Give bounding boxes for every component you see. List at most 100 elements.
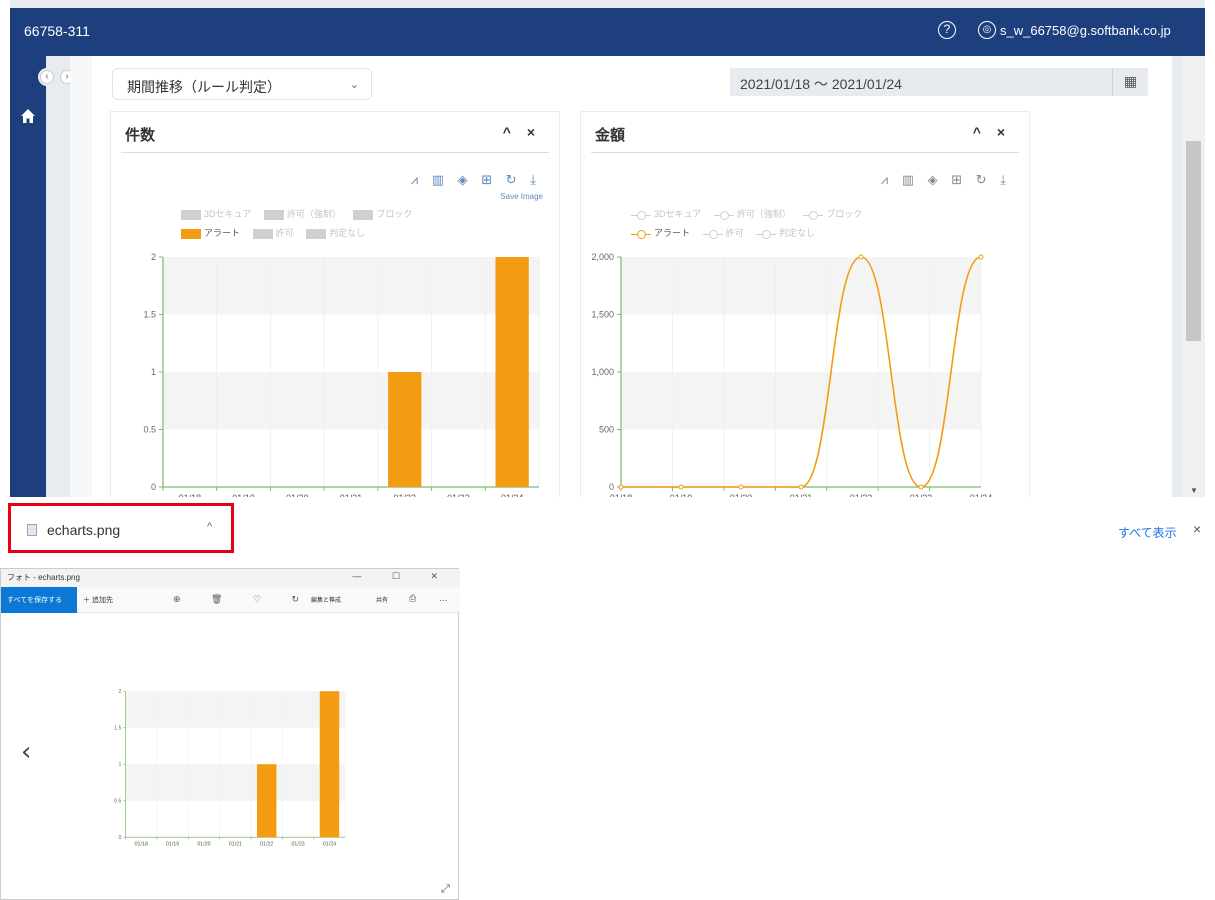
- save-all-button[interactable]: すべてを保存する: [1, 587, 77, 613]
- scroll-down-icon[interactable]: ▼: [1190, 486, 1198, 495]
- legend-item[interactable]: 許可: [702, 228, 744, 239]
- content-gutter: [70, 56, 92, 497]
- legend-item[interactable]: 許可（強制）: [713, 209, 791, 220]
- legend-row-1: 3Dセキュア 許可（強制） ブロック: [181, 207, 422, 220]
- legend-item[interactable]: 判定なし: [756, 228, 815, 239]
- share-button[interactable]: 共有: [376, 595, 388, 604]
- legend-row-1: 3Dセキュア 許可（強制） ブロック: [631, 207, 872, 220]
- question-icon[interactable]: ?: [938, 21, 956, 39]
- y-tick-label: 1: [151, 367, 156, 377]
- y-tick-label: 1.5: [143, 310, 156, 320]
- panel-title: 金額: [595, 127, 626, 144]
- main-content: 期間推移（ルール判定） ⌄ 2021/01/18 ～ 2021/01/24 ▦ …: [92, 56, 1172, 497]
- count-chart-box: ⩘ ▥ ◈ ⊞ ↻ ⤓ Save Image 3Dセキュア 許可（強制） ブロッ…: [121, 162, 549, 497]
- panel-controls[interactable]: ^ ×: [503, 124, 541, 140]
- chevron-down-icon: ⌄: [349, 79, 359, 91]
- page-scrollbar[interactable]: ▼: [1182, 56, 1205, 497]
- x-tick-label: 01/18: [135, 841, 148, 847]
- panel-count: 件数 ^ × ⩘ ▥ ◈ ⊞ ↻ ⤓ Save Image 3Dセキュア 許可（…: [110, 111, 560, 497]
- y-tick-label: 0: [609, 482, 614, 492]
- y-tick-label: 0.5: [143, 425, 156, 435]
- series-point: [858, 254, 864, 260]
- grid-band: [621, 372, 981, 430]
- legend-row-2: アラート 許可 判定なし: [631, 226, 825, 239]
- expand-icon[interactable]: ⤢: [441, 883, 450, 896]
- y-tick-label: 2: [119, 689, 122, 695]
- series-point: [618, 484, 624, 490]
- window-controls[interactable]: — ☐ ✕: [352, 571, 452, 582]
- panel-title: 件数: [125, 127, 156, 144]
- y-tick-label: 1: [119, 762, 122, 768]
- chart-toolbox[interactable]: ⩘ ▥ ◈ ⊞ ↻ ⤓: [881, 172, 1011, 188]
- home-icon[interactable]: [20, 108, 36, 124]
- series-point: [798, 484, 804, 490]
- grid-band: [621, 257, 981, 315]
- x-tick-label: 01/20: [197, 841, 210, 847]
- close-icon[interactable]: ×: [1193, 521, 1201, 537]
- bar: [388, 372, 422, 487]
- grid-band: [125, 691, 346, 728]
- show-all-downloads-link[interactable]: すべて表示: [1118, 524, 1177, 541]
- download-bar: echarts.png ^ すべて表示 ×: [0, 497, 1215, 557]
- calendar-icon[interactable]: ▦: [1112, 68, 1148, 96]
- viewer-title: フォト - echarts.png: [7, 573, 80, 582]
- x-tick-label: 01/21: [229, 841, 242, 847]
- date-range-value: 2021/01/18 ～ 2021/01/24: [740, 76, 902, 92]
- legend-item[interactable]: アラート: [181, 228, 240, 239]
- series-point: [918, 484, 924, 490]
- legend-item[interactable]: ブロック: [803, 209, 862, 220]
- edit-create-button[interactable]: 編集と作成: [311, 595, 341, 604]
- bar: [256, 764, 277, 838]
- app-window: 66758-311 ? ◎ s_w_66758@g.softbank.co.jp…: [10, 0, 1205, 497]
- viewer-chart-preview: 0 0.5 1 1.5 2 01/18 01/19 01/20 01/21 01/22 01/23 0…: [114, 689, 346, 847]
- y-tick-label: 1,500: [591, 310, 614, 320]
- divider: [591, 152, 1019, 153]
- legend-item[interactable]: 許可（強制）: [263, 209, 341, 220]
- x-tick-label: 01/19: [166, 841, 179, 847]
- viewer-titlebar: フォト - echarts.png — ☐ ✕: [1, 569, 460, 587]
- bar: [319, 691, 340, 838]
- y-tick-label: 1.5: [114, 725, 121, 731]
- chart-toolbox[interactable]: ⩘ ▥ ◈ ⊞ ↻ ⤓: [411, 172, 541, 188]
- y-tick-label: 0.5: [114, 798, 121, 804]
- x-tick-label: 01/24: [323, 841, 336, 847]
- amount-chart-box: ⩘ ▥ ◈ ⊞ ↻ ⤓ 3Dセキュア 許可（強制） ブロック アラート 許可 判…: [591, 162, 1019, 497]
- chevron-up-icon[interactable]: ^: [207, 521, 212, 533]
- file-icon: [27, 524, 37, 536]
- viewer-toolbar: すべてを保存する ＋ 追加先 ⊕ 🗑 ♡ ↻ ⌗ 編集と作成 共有 ⎙ …: [1, 587, 460, 613]
- user-circle-icon[interactable]: ◎: [978, 21, 996, 39]
- bar: [495, 257, 529, 487]
- panel-amount: 金額 ^ × ⩘ ▥ ◈ ⊞ ↻ ⤓ 3Dセキュア 許可（強制） ブロック アラ…: [580, 111, 1030, 497]
- grid-band: [163, 372, 539, 430]
- series-point: [678, 484, 684, 490]
- photo-viewer-window: フォト - echarts.png — ☐ ✕ すべてを保存する ＋ 追加先 ⊕…: [0, 568, 460, 900]
- panel-controls[interactable]: ^ ×: [973, 124, 1011, 140]
- y-tick-label: 0: [119, 835, 122, 841]
- x-tick-label: 01/22: [260, 841, 273, 847]
- y-tick-label: 500: [599, 425, 614, 435]
- x-tick-label: 01/23: [292, 841, 305, 847]
- add-to-button[interactable]: ＋ 追加先: [83, 595, 113, 605]
- app-id: 66758-311: [24, 23, 90, 39]
- date-range-field[interactable]: 2021/01/18 ～ 2021/01/24 ▦: [730, 68, 1148, 96]
- user-email[interactable]: s_w_66758@g.softbank.co.jp: [1000, 23, 1171, 38]
- view-select-value: 期間推移（ルール判定）: [127, 79, 281, 95]
- view-select[interactable]: 期間推移（ルール判定） ⌄: [112, 68, 372, 100]
- legend-item[interactable]: 判定なし: [306, 228, 365, 239]
- legend-item[interactable]: ブロック: [353, 209, 412, 220]
- legend-item[interactable]: 3Dセキュア: [631, 209, 701, 220]
- legend-item[interactable]: アラート: [631, 228, 690, 239]
- more-icon[interactable]: ⎙ …: [409, 593, 458, 604]
- legend-row-2: アラート 許可 判定なし: [181, 226, 375, 239]
- divider: [121, 152, 549, 153]
- series-point: [738, 484, 744, 490]
- download-item[interactable]: echarts.png ^: [8, 503, 234, 553]
- scrollbar-thumb[interactable]: [1186, 141, 1201, 341]
- download-file-name[interactable]: echarts.png: [47, 522, 120, 538]
- chevron-left-icon[interactable]: ‹: [21, 737, 31, 767]
- legend-item[interactable]: 許可: [252, 228, 294, 239]
- chevron-left-icon[interactable]: ‹: [40, 70, 54, 84]
- legend-item[interactable]: 3Dセキュア: [181, 209, 251, 220]
- save-image-tooltip: Save Image: [500, 192, 543, 201]
- y-tick-label: 0: [151, 482, 156, 492]
